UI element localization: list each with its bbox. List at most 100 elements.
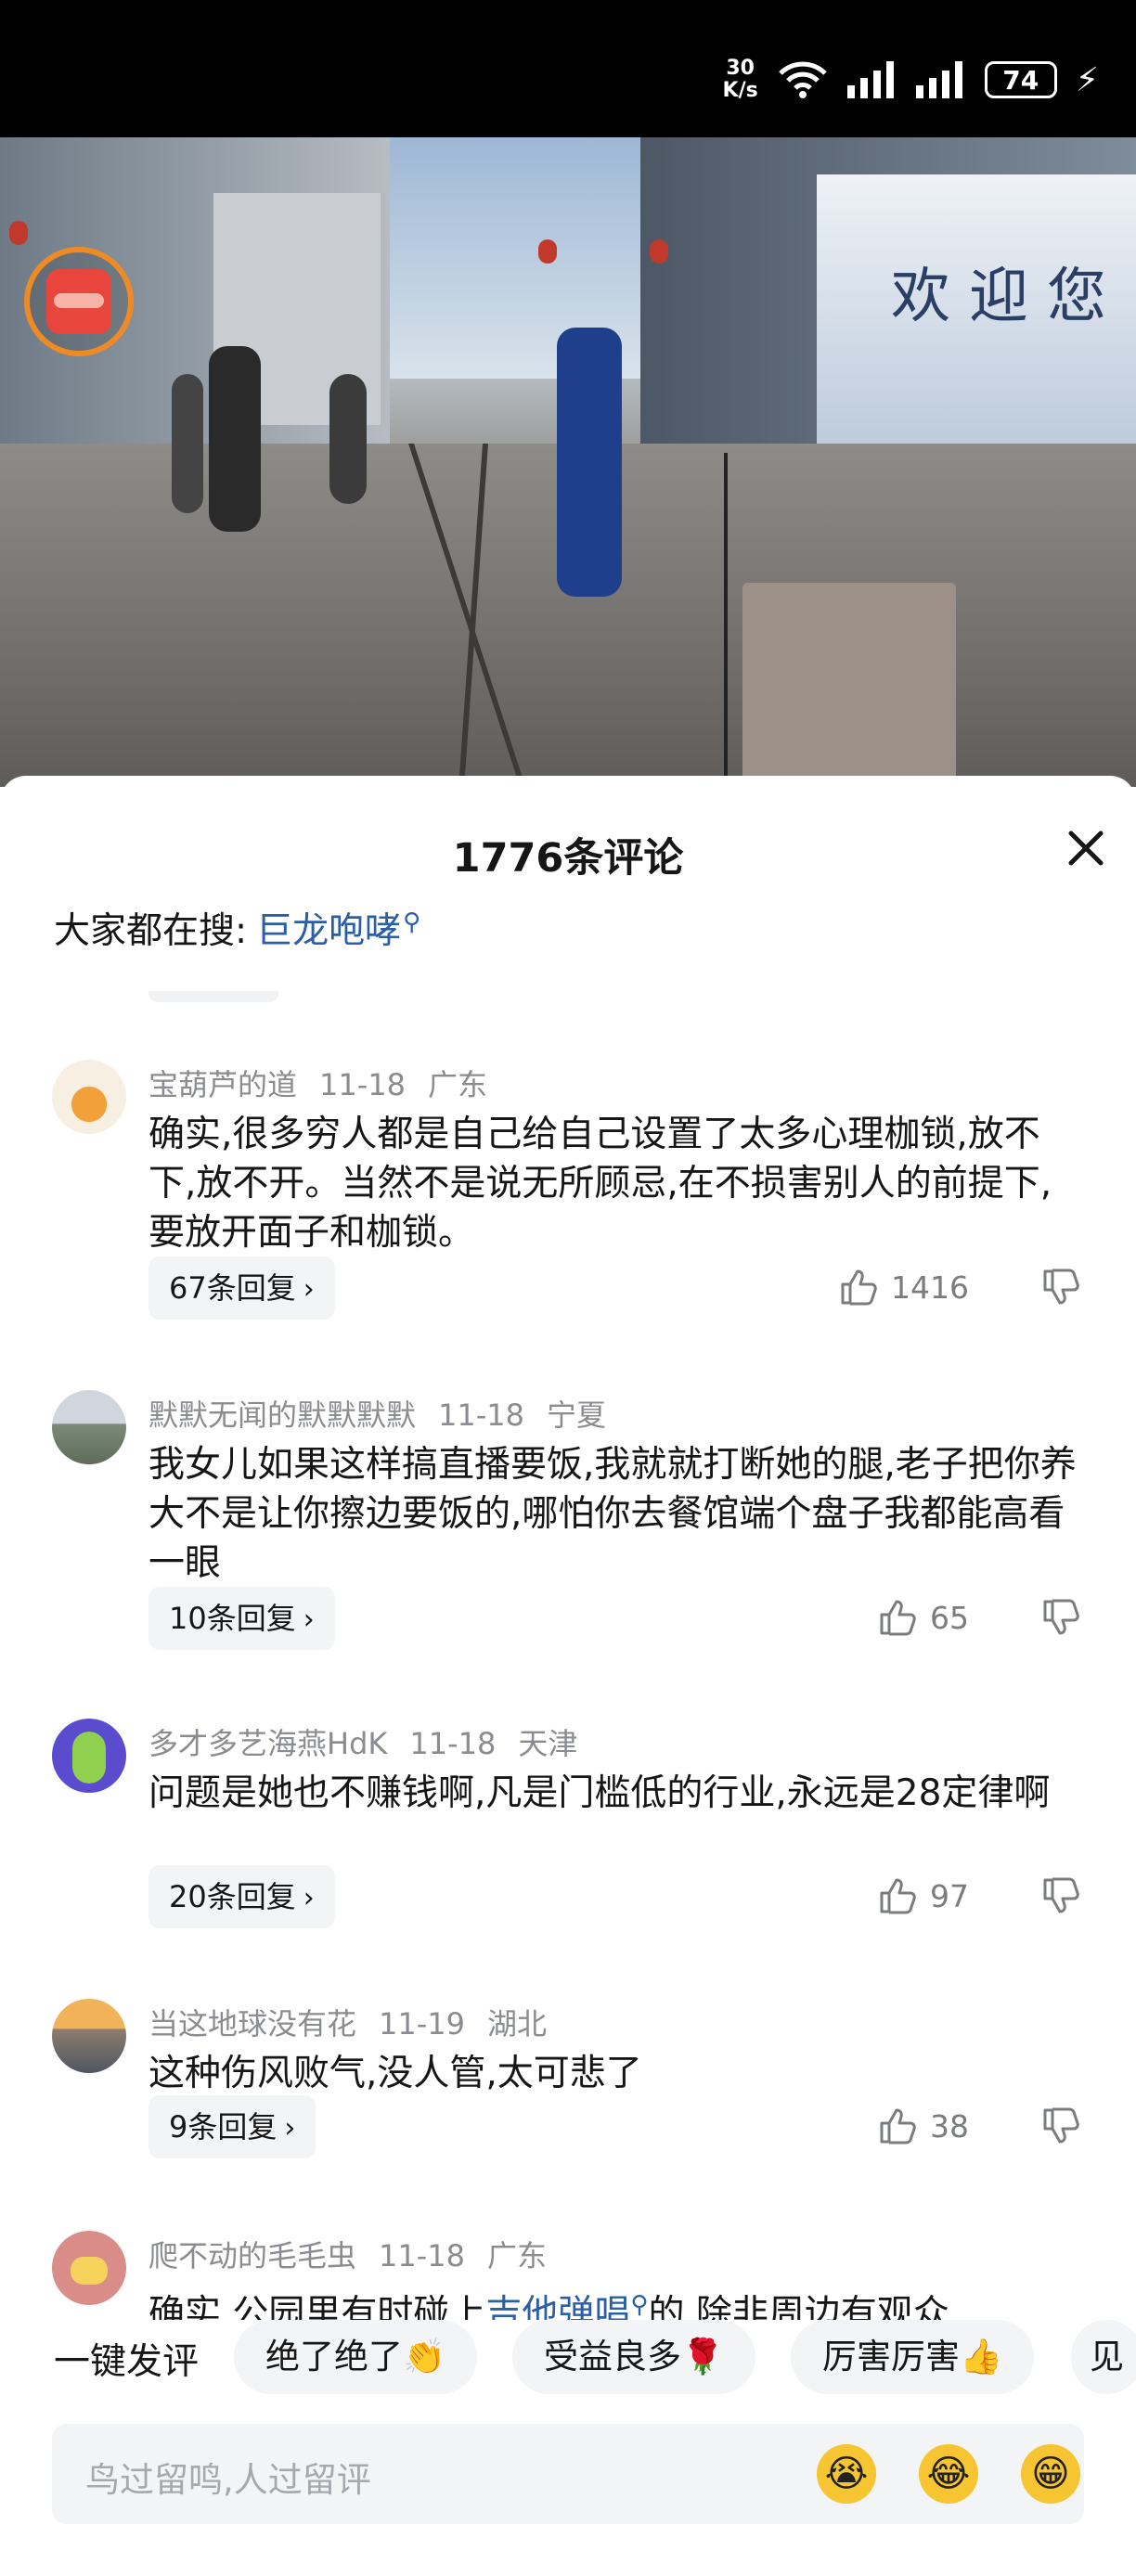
comment-meta: 多才多艺海燕HdK 11-18 天津 bbox=[148, 1720, 600, 1763]
video-lantern bbox=[538, 239, 557, 264]
like-count: 1416 bbox=[891, 1269, 969, 1306]
comment-search-link[interactable]: 吉他弹唱⚲ bbox=[485, 2291, 648, 2320]
thumbs-down-icon[interactable] bbox=[1041, 2106, 1080, 2145]
replies-count: 20条回复 bbox=[169, 1879, 296, 1914]
comment-date: 11-18 bbox=[379, 2238, 465, 2273]
comment-location: 宁夏 bbox=[547, 1397, 607, 1433]
comment-text[interactable]: 问题是她也不赚钱啊,凡是门槛低的行业,永远是28定律啊 bbox=[148, 1769, 1086, 1818]
avatar[interactable] bbox=[52, 2231, 126, 2305]
close-icon[interactable] bbox=[1062, 824, 1110, 872]
hot-search-row: 大家都在搜: 巨龙咆哮⚲ bbox=[54, 902, 420, 954]
like-count: 65 bbox=[930, 1599, 969, 1636]
quick-comment-row: 一键发评 绝了绝了👏 受益良多🌹 厉害厉害👍 见 bbox=[0, 2320, 1136, 2394]
quick-comment-chip[interactable]: 厉害厉害👍 bbox=[791, 2320, 1035, 2394]
wifi-icon bbox=[778, 61, 827, 98]
comment-search-term: 吉他弹唱 bbox=[485, 2293, 631, 2320]
comment-meta: 默默无闻的默默默默 11-18 宁夏 bbox=[148, 1392, 628, 1435]
replies-count: 9条回复 bbox=[169, 2109, 278, 2145]
comment-meta: 爬不动的毛毛虫 11-18 广东 bbox=[148, 2233, 569, 2275]
network-speed: 30 K/s bbox=[723, 58, 758, 102]
video-stall bbox=[742, 583, 956, 787]
comment-input-placeholder: 鸟过留鸣,人过留评 bbox=[85, 2460, 371, 2500]
video-pedestrian bbox=[329, 374, 367, 504]
comments-count-title: 1776条评论 bbox=[452, 835, 684, 882]
thumbs-down-icon[interactable] bbox=[1041, 1598, 1080, 1637]
hot-search-link[interactable]: 巨龙咆哮⚲ bbox=[256, 902, 420, 954]
video-pedestrian bbox=[172, 374, 203, 513]
avatar[interactable] bbox=[52, 1999, 126, 2073]
comment-username[interactable]: 当这地球没有花 bbox=[148, 2006, 356, 2041]
comment-username[interactable]: 多才多艺海燕HdK bbox=[148, 1726, 387, 1761]
video-phone-stand bbox=[724, 453, 728, 787]
quick-comment-chip[interactable]: 绝了绝了👏 bbox=[234, 2320, 478, 2394]
comment-location: 广东 bbox=[428, 1067, 488, 1102]
signal-icon-1 bbox=[846, 61, 894, 98]
view-replies-button[interactable]: 20条回复 › bbox=[148, 1865, 335, 1928]
video-pedestrian bbox=[209, 346, 261, 532]
comment-location: 湖北 bbox=[487, 2006, 548, 2041]
like-button[interactable]: 65 bbox=[878, 1598, 969, 1637]
comment-text-part: 确实,公园里有时碰上 bbox=[148, 2293, 486, 2320]
battery-level: 74 bbox=[1002, 64, 1039, 96]
like-button[interactable]: 1416 bbox=[839, 1268, 969, 1307]
signal-icon-2 bbox=[915, 61, 962, 98]
network-speed-unit: K/s bbox=[722, 79, 758, 102]
comment-username[interactable]: 默默无闻的默默默默 bbox=[148, 1397, 416, 1433]
comment-text[interactable]: 确实,公园里有时碰上吉他弹唱⚲的,除非周边有观众 bbox=[148, 2281, 1086, 2320]
chevron-right-icon: › bbox=[303, 1273, 315, 1306]
like-count: 38 bbox=[930, 2107, 969, 2145]
comment-username[interactable]: 宝葫芦的道 bbox=[148, 1067, 297, 1102]
hot-search-term: 巨龙咆哮 bbox=[256, 910, 402, 952]
avatar[interactable] bbox=[52, 1060, 126, 1134]
comment-date: 11-18 bbox=[319, 1067, 406, 1102]
replies-count: 10条回复 bbox=[169, 1601, 296, 1636]
comment-text[interactable]: 我女儿如果这样搞直播要饭,我就就打断她的腿,老子把你养大不是让你擦边要饭的,哪怕… bbox=[148, 1440, 1086, 1588]
comment-text[interactable]: 这种伤风败气,没人管,太可悲了 bbox=[148, 2049, 1086, 2098]
chevron-right-icon: › bbox=[303, 1604, 315, 1636]
quick-comment-chip[interactable]: 见 bbox=[1071, 2320, 1136, 2394]
thumbs-up-icon bbox=[880, 2108, 916, 2145]
comments-panel: 1776条评论 大家都在搜: 巨龙咆哮⚲ 宝葫芦的道 11-18 广东 确实,很多穷… bbox=[0, 776, 1136, 2576]
comment-meta: 当这地球没有花 11-19 湖北 bbox=[148, 2001, 569, 2043]
laughing-emoji-icon[interactable]: 😂 bbox=[919, 2444, 978, 2504]
comment-item: 爬不动的毛毛虫 11-18 广东 确实,公园里有时碰上吉他弹唱⚲的,除非周边有观众 bbox=[0, 2231, 1136, 2320]
comment-date: 11-18 bbox=[409, 1726, 497, 1761]
like-button[interactable]: 38 bbox=[878, 2106, 969, 2145]
video-lantern bbox=[650, 239, 668, 264]
status-icons: 30 K/s 74 ⚡ bbox=[723, 58, 1099, 102]
thumbs-down-icon[interactable] bbox=[1041, 1876, 1080, 1915]
view-replies-button[interactable]: 10条回复 › bbox=[148, 1587, 335, 1650]
thumbs-up-icon bbox=[880, 1600, 916, 1636]
grinning-emoji-icon[interactable]: 😁 bbox=[1021, 2444, 1080, 2504]
like-button[interactable]: 97 bbox=[878, 1876, 969, 1915]
comment-username[interactable]: 爬不动的毛毛虫 bbox=[148, 2238, 356, 2273]
red-packet-widget[interactable] bbox=[24, 247, 134, 356]
crying-emoji-icon[interactable]: 😭 bbox=[817, 2444, 876, 2504]
quick-comment-label: 一键发评 bbox=[54, 2341, 200, 2383]
chevron-right-icon: › bbox=[303, 1882, 315, 1914]
view-replies-button[interactable]: 9条回复 › bbox=[148, 2095, 316, 2158]
battery-indicator: 74 bbox=[984, 61, 1057, 98]
comment-meta: 宝葫芦的道 11-18 广东 bbox=[148, 1062, 510, 1104]
thumbs-down-icon[interactable] bbox=[1041, 1268, 1080, 1307]
comment-text-part: 的,除非周边有观众 bbox=[648, 2293, 949, 2320]
comment-date: 11-18 bbox=[438, 1397, 524, 1433]
video-player[interactable]: 欢迎您 bbox=[0, 137, 1136, 787]
comment-input[interactable]: 鸟过留鸣,人过留评 😭 😂 😁 bbox=[52, 2424, 1084, 2524]
search-icon: ⚲ bbox=[403, 908, 421, 936]
avatar[interactable] bbox=[52, 1390, 126, 1464]
replies-count: 67条回复 bbox=[169, 1270, 296, 1306]
network-speed-value: 30 bbox=[726, 57, 755, 80]
comment-location: 广东 bbox=[487, 2238, 548, 2273]
video-lantern bbox=[9, 221, 28, 245]
status-bar: 30 K/s 74 ⚡ bbox=[0, 0, 1136, 137]
comment-date: 11-19 bbox=[379, 2006, 465, 2041]
comment-text[interactable]: 确实,很多穷人都是自己给自己设置了太多心理枷锁,放不下,放不开。当然不是说无所顾… bbox=[148, 1110, 1086, 1257]
hot-search-label: 大家都在搜: bbox=[54, 910, 248, 952]
view-replies-button[interactable]: 67条回复 › bbox=[148, 1256, 335, 1320]
avatar[interactable] bbox=[52, 1719, 126, 1793]
thumbs-up-icon bbox=[841, 1269, 877, 1306]
video-performer bbox=[557, 328, 622, 597]
quick-comment-chip[interactable]: 受益良多🌹 bbox=[512, 2320, 756, 2394]
charging-icon: ⚡ bbox=[1075, 60, 1099, 99]
